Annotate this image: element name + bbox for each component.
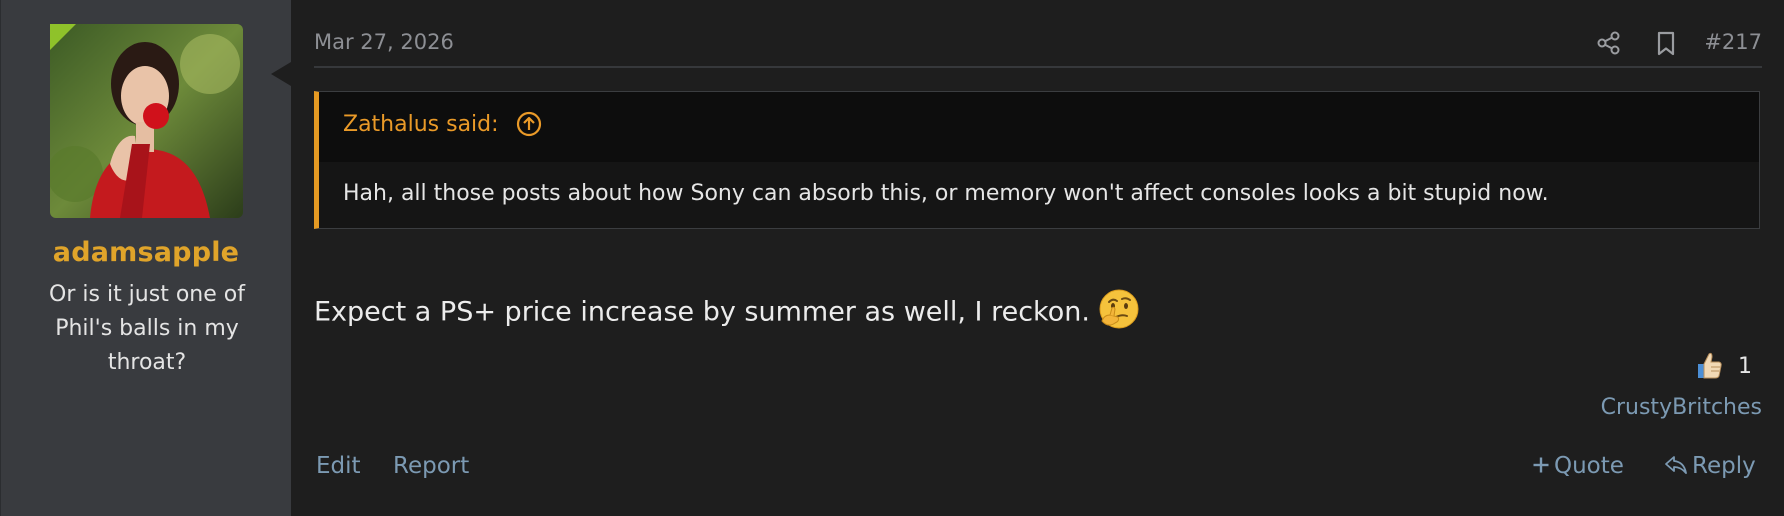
quote-content: Hah, all those posts about how Sony can … <box>343 181 1549 206</box>
username-link[interactable]: adamsapple <box>1 237 291 268</box>
forum-post: adamsapple Or is it just one of Phil's b… <box>0 0 1784 516</box>
user-arrow <box>271 62 291 86</box>
reply-button-label: Reply <box>1692 453 1756 479</box>
avatar[interactable] <box>50 24 243 218</box>
quote-button[interactable]: Quote <box>1532 453 1624 479</box>
post-header: Mar 27, 2026 #217 <box>314 26 1762 68</box>
online-indicator <box>50 24 76 50</box>
reaction-count[interactable]: 1 <box>1738 354 1752 379</box>
reply-icon <box>1665 455 1687 474</box>
user-title: Or is it just one of Phil's balls in my … <box>49 282 245 375</box>
share-icon[interactable] <box>1596 30 1622 56</box>
reaction-users-link[interactable]: CrustyBritches <box>1601 395 1762 420</box>
post-date-link[interactable]: Mar 27, 2026 <box>314 30 454 54</box>
arrow-circle-up-icon[interactable] <box>515 110 543 138</box>
quote-author-link[interactable]: Zathalus said: <box>343 112 499 137</box>
edit-link[interactable]: Edit <box>316 453 361 479</box>
message-body: Expect a PS+ price increase by summer as… <box>314 289 1140 334</box>
post-number-link[interactable]: #217 <box>1704 30 1762 54</box>
quote-block: Zathalus said: Hah, all those posts abou… <box>314 91 1760 229</box>
thinking-face-icon <box>1098 288 1140 330</box>
avatar-photo-icon <box>50 24 243 218</box>
message-main: Mar 27, 2026 #217 Zathalus said: Hah, al… <box>314 0 1762 516</box>
message-user-cell: adamsapple Or is it just one of Phil's b… <box>0 0 291 516</box>
quote-button-label: Quote <box>1554 453 1624 479</box>
report-link[interactable]: Report <box>393 453 469 479</box>
reply-button[interactable]: Reply <box>1664 453 1756 479</box>
bookmark-icon[interactable] <box>1653 30 1679 58</box>
message-text: Expect a PS+ price increase by summer as… <box>314 296 1090 328</box>
thumbs-up-icon[interactable] <box>1694 350 1724 382</box>
quote-title: Zathalus said: <box>319 92 1759 162</box>
plus-icon <box>1533 457 1549 472</box>
